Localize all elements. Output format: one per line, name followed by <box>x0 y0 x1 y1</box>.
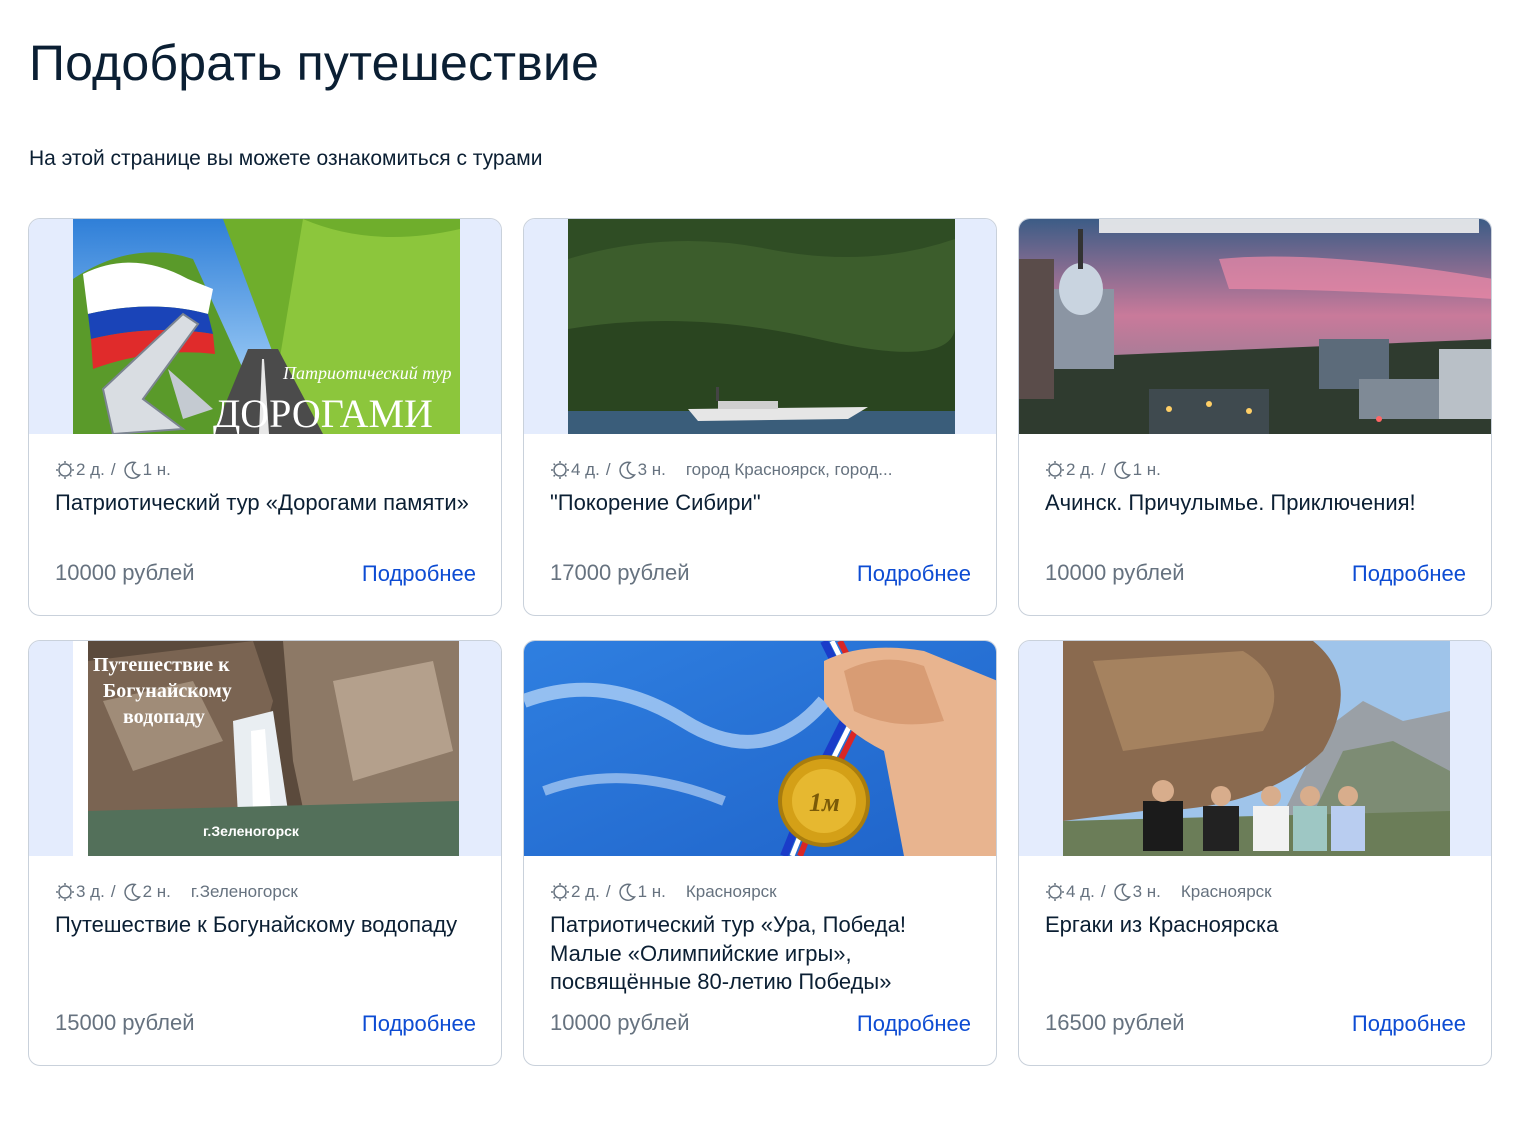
tour-name: Патриотический тур «Ура, Победа! Малые «… <box>550 912 906 994</box>
tour-price: 15000 рублей <box>55 1010 195 1035</box>
tour-photo: Путешествие к Богунайскому водопаду г.Зе… <box>73 641 459 856</box>
tour-details-link[interactable]: Подробнее <box>362 1011 476 1037</box>
tour-duration: 4 д. / 3 н. Красноярск <box>1045 882 1272 902</box>
tour-photo-caption: водопаду <box>123 706 205 728</box>
tour-days: 4 д. <box>1066 882 1095 901</box>
moon-icon <box>617 882 637 902</box>
tour-nights: 1 н. <box>1132 460 1161 479</box>
tour-days: 2 д. <box>571 882 600 901</box>
tour-name: Путешествие к Богунайскому водопаду <box>55 912 458 937</box>
tour-photo: Патриотический тур ДОРОГАМИ <box>73 219 460 434</box>
tour-details-link[interactable]: Подробнее <box>1352 1011 1466 1037</box>
tour-nights: 2 н. <box>142 882 171 901</box>
tour-photo-caption: ДОРОГАМИ <box>213 391 433 434</box>
tour-photo-caption: Патриотический тур <box>282 363 452 383</box>
tour-image-area <box>524 219 996 434</box>
tour-details-link[interactable]: Подробнее <box>362 561 476 587</box>
tour-location: Красноярск <box>1180 882 1272 901</box>
sun-icon <box>550 882 570 902</box>
tour-nights: 3 н. <box>637 460 666 479</box>
tour-photo <box>568 219 955 434</box>
tour-days: 4 д. <box>571 460 600 479</box>
tour-location: г.Зеленогорск <box>190 882 298 901</box>
tour-duration: 2 д. / 1 н. <box>1045 460 1181 480</box>
tour-card[interactable]: Путешествие к Богунайскому водопаду г.Зе… <box>28 640 502 1066</box>
tour-card[interactable]: Патриотический тур ДОРОГАМИ 2 д. / 1 н. … <box>28 218 502 616</box>
tour-image-area: Путешествие к Богунайскому водопаду г.Зе… <box>29 641 501 856</box>
tour-image-area: 1м <box>524 641 996 856</box>
moon-icon <box>1112 882 1132 902</box>
tour-price: 10000 рублей <box>550 1010 690 1035</box>
sun-icon <box>55 460 75 480</box>
tour-photo <box>1063 641 1450 856</box>
tour-details-link[interactable]: Подробнее <box>1352 561 1466 587</box>
tour-name: Ергаки из Красноярска <box>1045 912 1279 937</box>
page-subtitle: На этой странице вы можете ознакомиться … <box>29 147 543 170</box>
tour-location: город Красноярск, город... <box>685 460 893 479</box>
moon-icon <box>122 460 142 480</box>
tour-details-link[interactable]: Подробнее <box>857 561 971 587</box>
tour-image-area: Патриотический тур ДОРОГАМИ <box>29 219 501 434</box>
page-title: Подобрать путешествие <box>29 35 600 91</box>
tour-card[interactable]: 2 д. / 1 н. Ачинск. Причулымье. Приключе… <box>1018 218 1492 616</box>
sun-icon <box>550 460 570 480</box>
tour-photo-caption: Богунайскому <box>103 680 232 702</box>
moon-icon <box>122 882 142 902</box>
tour-image-area <box>1019 641 1491 856</box>
tour-nights: 1 н. <box>637 882 666 901</box>
tour-nights: 1 н. <box>142 460 171 479</box>
tour-nights: 3 н. <box>1132 882 1161 901</box>
tour-price: 16500 рублей <box>1045 1010 1185 1035</box>
tour-photo <box>1019 219 1491 434</box>
tour-duration: 2 д. / 1 н. Красноярск <box>550 882 777 902</box>
tour-duration: 3 д. / 2 н. г.Зеленогорск <box>55 882 298 902</box>
tour-grid: Патриотический тур ДОРОГАМИ 2 д. / 1 н. … <box>28 218 1493 1066</box>
tour-days: 3 д. <box>76 882 105 901</box>
tour-photo: 1м <box>524 641 996 856</box>
tour-price: 17000 рублей <box>550 560 690 585</box>
tour-card[interactable]: 4 д. / 3 н. город Красноярск, город... "… <box>523 218 997 616</box>
sun-icon <box>55 882 75 902</box>
tour-name: "Покорение Сибири" <box>550 490 761 515</box>
tour-location: Красноярск <box>685 882 777 901</box>
tour-duration: 4 д. / 3 н. город Красноярск, город... <box>550 460 892 480</box>
moon-icon <box>1112 460 1132 480</box>
tour-name: Патриотический тур «Дорогами памяти» <box>55 490 469 515</box>
tour-price: 10000 рублей <box>55 560 195 585</box>
tour-photo-caption: 1м <box>809 788 840 817</box>
sun-icon <box>1045 882 1065 902</box>
tour-price: 10000 рублей <box>1045 560 1185 585</box>
tour-card[interactable]: 4 д. / 3 н. Красноярск Ергаки из Красноя… <box>1018 640 1492 1066</box>
tour-days: 2 д. <box>1066 460 1095 479</box>
moon-icon <box>617 460 637 480</box>
tour-days: 2 д. <box>76 460 105 479</box>
tour-name: Ачинск. Причулымье. Приключения! <box>1045 490 1416 515</box>
tour-photo-caption: Путешествие к <box>93 654 230 676</box>
tour-details-link[interactable]: Подробнее <box>857 1011 971 1037</box>
tour-image-area <box>1019 219 1491 434</box>
tour-duration: 2 д. / 1 н. <box>55 460 191 480</box>
tour-photo-caption: г.Зеленогорск <box>203 823 300 839</box>
tour-card[interactable]: 1м 2 д. / 1 н. Красноярск Патриотический… <box>523 640 997 1066</box>
sun-icon <box>1045 460 1065 480</box>
